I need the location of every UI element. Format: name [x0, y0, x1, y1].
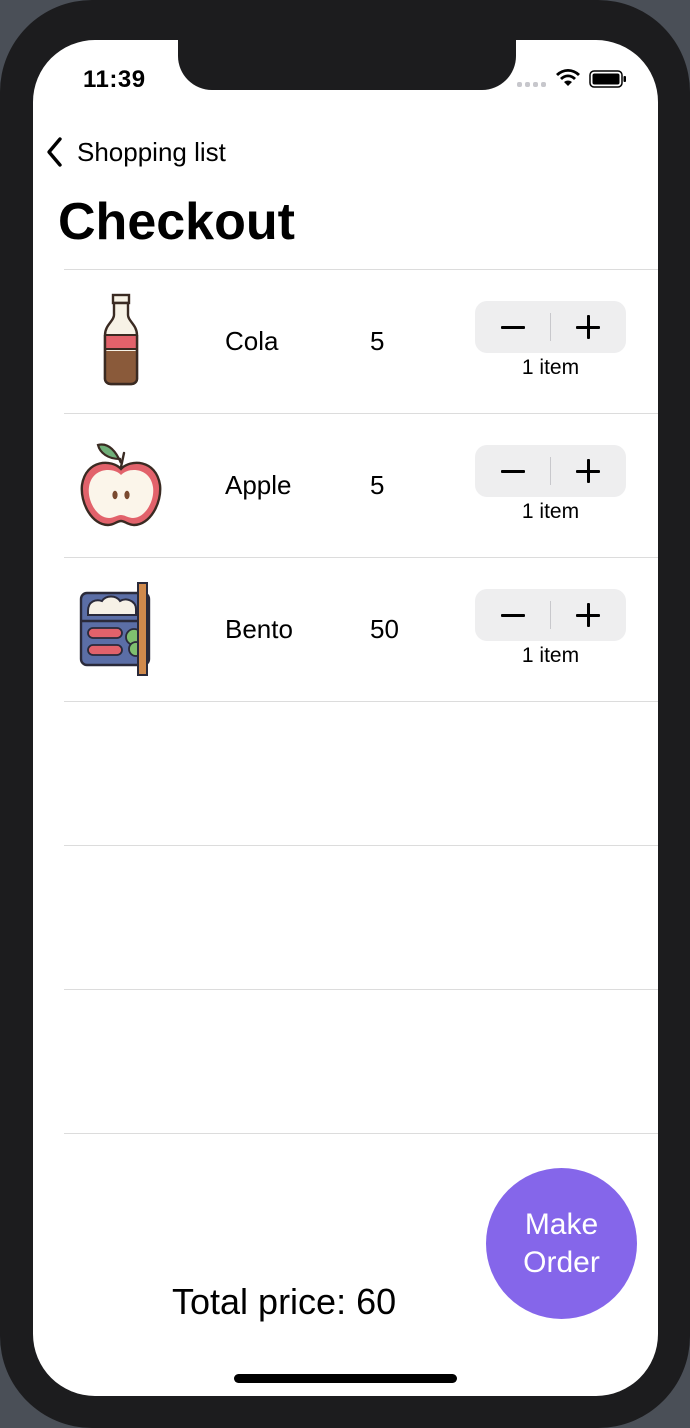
make-order-label-line2: Order	[523, 1245, 600, 1279]
page-title: Checkout	[58, 193, 295, 251]
decrement-button[interactable]	[475, 301, 550, 353]
item-price: 50	[370, 614, 399, 644]
empty-row	[64, 845, 658, 989]
item-count: 1 item	[521, 356, 580, 379]
back-button-label: Shopping list	[77, 136, 226, 167]
apple-icon	[76, 437, 166, 533]
total-price: Total price: 60	[172, 1281, 397, 1322]
chevron-left-icon	[47, 137, 62, 167]
item-count: 1 item	[521, 644, 580, 667]
item-price: 5	[370, 326, 385, 356]
make-order-label-line1: Make	[524, 1207, 599, 1241]
quantity-stepper	[475, 445, 626, 497]
item-price: 5	[370, 470, 385, 500]
quantity-stepper	[475, 301, 626, 353]
decrement-button[interactable]	[475, 445, 550, 497]
app-screen: 11:39 Shopping list Checkout Cola 5 1 it…	[33, 40, 658, 1396]
device-notch	[178, 40, 516, 90]
empty-row	[64, 989, 658, 1134]
item-count: 1 item	[521, 500, 580, 523]
list-item: Apple 5 1 item	[64, 413, 658, 557]
status-time: 11:39	[83, 66, 146, 93]
battery-icon	[589, 70, 626, 88]
back-button[interactable]: Shopping list	[45, 134, 226, 170]
decrement-button[interactable]	[475, 589, 550, 641]
quantity-stepper	[475, 589, 626, 641]
checkout-list: Cola 5 1 item Apple 5 1 item Bento 50 1 …	[64, 269, 658, 1134]
list-item: Bento 50 1 item	[64, 557, 658, 701]
item-name: Cola	[225, 326, 279, 356]
home-indicator	[234, 1374, 457, 1383]
make-order-button[interactable]: Make Order	[486, 1168, 637, 1319]
cellular-signal-icon	[517, 82, 547, 88]
empty-row	[64, 701, 658, 845]
item-name: Apple	[225, 470, 292, 500]
wifi-icon	[556, 69, 580, 86]
item-name: Bento	[225, 614, 293, 644]
cola-bottle-icon	[76, 293, 166, 389]
list-item: Cola 5 1 item	[64, 269, 658, 413]
increment-button[interactable]	[551, 445, 626, 497]
bento-box-icon	[76, 581, 166, 677]
increment-button[interactable]	[551, 301, 626, 353]
increment-button[interactable]	[551, 589, 626, 641]
